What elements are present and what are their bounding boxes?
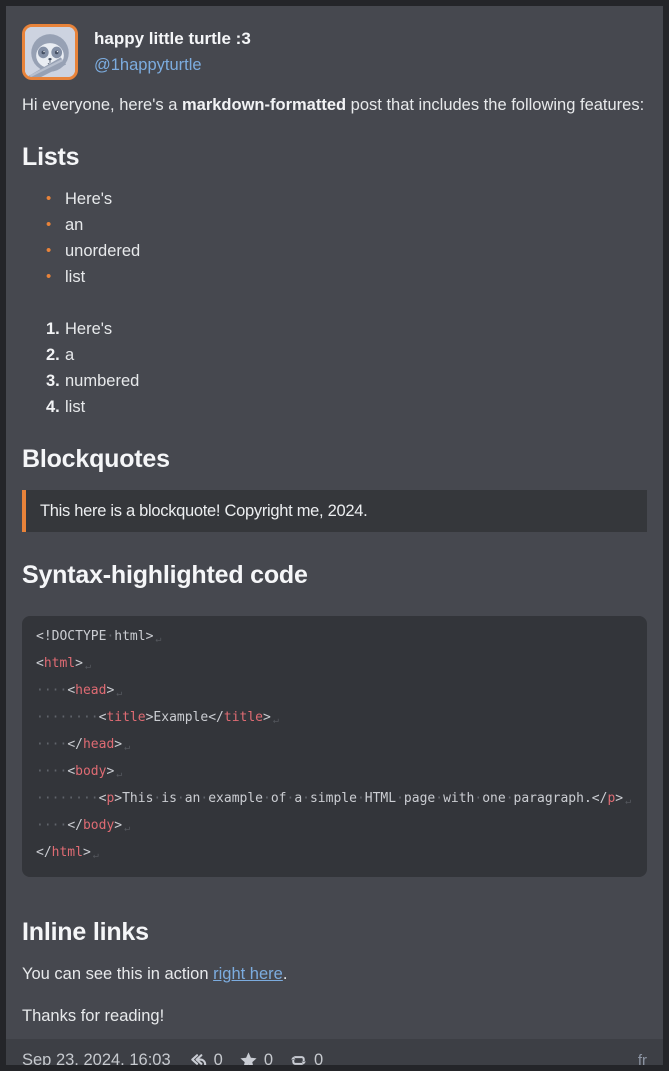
favourite-count: 0 bbox=[264, 1051, 273, 1070]
intro-text-pre: Hi everyone, here's a bbox=[22, 96, 182, 114]
bullet-icon: • bbox=[46, 212, 65, 238]
post-content: happy little turtle :3 @1happyturtle Hi … bbox=[6, 6, 663, 1039]
eol-mark-icon: ↵ bbox=[122, 823, 130, 834]
eol-mark-icon: ↵ bbox=[91, 850, 99, 861]
heading-code: Syntax-highlighted code bbox=[22, 560, 647, 590]
list-item: •an bbox=[46, 212, 647, 238]
reply-count: 0 bbox=[214, 1051, 223, 1070]
list-number: 1. bbox=[46, 316, 65, 342]
author-info: happy little turtle :3 @1happyturtle bbox=[94, 24, 251, 79]
link-sentence-post: . bbox=[283, 965, 288, 983]
language-tag: fr bbox=[638, 1052, 647, 1069]
eol-mark-icon: ↵ bbox=[122, 742, 130, 753]
link-sentence-pre: You can see this in action bbox=[22, 965, 213, 983]
heading-lists: Lists bbox=[22, 142, 647, 172]
list-item-text: list bbox=[65, 264, 85, 290]
heading-blockquotes: Blockquotes bbox=[22, 444, 647, 474]
post-header: happy little turtle :3 @1happyturtle bbox=[22, 24, 647, 80]
list-item-text: a bbox=[65, 342, 74, 368]
list-item-text: Here's bbox=[65, 186, 112, 212]
list-number: 2. bbox=[46, 342, 65, 368]
bullet-icon: • bbox=[46, 238, 65, 264]
heading-inline-links: Inline links bbox=[22, 917, 647, 947]
list-item-text: Here's bbox=[65, 316, 112, 342]
ordered-list: 1.Here's2.a3.numbered4.list bbox=[22, 316, 647, 420]
list-item: 3.numbered bbox=[46, 368, 647, 394]
eol-mark-icon: ↵ bbox=[114, 688, 122, 699]
list-number: 3. bbox=[46, 368, 65, 394]
link-paragraph: You can see this in action right here. bbox=[22, 961, 647, 987]
list-item: •Here's bbox=[46, 186, 647, 212]
code-line: <!DOCTYPE·html>↵ bbox=[36, 625, 633, 652]
boost-count: 0 bbox=[314, 1051, 323, 1070]
eol-mark-icon: ↵ bbox=[623, 796, 631, 807]
boost-stat[interactable]: 0 bbox=[289, 1051, 323, 1070]
intro-text-bold: markdown-formatted bbox=[182, 96, 346, 114]
timestamp: Sep 23, 2024, 16:03 bbox=[22, 1051, 171, 1070]
eol-mark-icon: ↵ bbox=[114, 769, 122, 780]
list-item-text: numbered bbox=[65, 368, 139, 394]
display-name: happy little turtle :3 bbox=[94, 26, 251, 52]
intro-text-post: post that includes the following feature… bbox=[346, 96, 644, 114]
right-here-link[interactable]: right here bbox=[213, 965, 283, 983]
star-icon bbox=[239, 1051, 258, 1070]
eol-mark-icon: ↵ bbox=[153, 634, 161, 645]
intro-paragraph: Hi everyone, here's a markdown-formatted… bbox=[22, 92, 647, 118]
author-handle-link[interactable]: @1happyturtle bbox=[94, 56, 202, 74]
list-number: 4. bbox=[46, 394, 65, 420]
code-line: ····<head>↵ bbox=[36, 679, 633, 706]
eol-mark-icon: ↵ bbox=[271, 715, 279, 726]
blockquote: This here is a blockquote! Copyright me,… bbox=[22, 490, 647, 532]
boost-icon bbox=[289, 1051, 308, 1070]
bullet-icon: • bbox=[46, 264, 65, 290]
code-line: ········<p>This·is·an·example·of·a·simpl… bbox=[36, 787, 633, 814]
sloth-avatar-icon bbox=[25, 27, 75, 77]
code-line: ····</head>↵ bbox=[36, 733, 633, 760]
code-line: ····</body>↵ bbox=[36, 814, 633, 841]
list-item: 2.a bbox=[46, 342, 647, 368]
list-item: 4.list bbox=[46, 394, 647, 420]
reply-icon bbox=[189, 1051, 208, 1070]
avatar[interactable] bbox=[22, 24, 78, 80]
list-item: •list bbox=[46, 264, 647, 290]
outro-paragraph: Thanks for reading! bbox=[22, 1003, 647, 1029]
list-item-text: an bbox=[65, 212, 83, 238]
code-line: ····<body>↵ bbox=[36, 760, 633, 787]
favourite-stat[interactable]: 0 bbox=[239, 1051, 273, 1070]
reply-stat[interactable]: 0 bbox=[189, 1051, 223, 1070]
list-item: 1.Here's bbox=[46, 316, 647, 342]
list-item-text: unordered bbox=[65, 238, 140, 264]
post-card: happy little turtle :3 @1happyturtle Hi … bbox=[0, 0, 669, 1071]
code-block: <!DOCTYPE·html>↵<html>↵····<head>↵······… bbox=[22, 616, 647, 877]
list-item: •unordered bbox=[46, 238, 647, 264]
unordered-list: •Here's•an•unordered•list bbox=[22, 186, 647, 290]
post-footer: Sep 23, 2024, 16:03 0 0 bbox=[6, 1039, 663, 1071]
code-line: </html>↵ bbox=[36, 841, 633, 868]
code-line: <html>↵ bbox=[36, 652, 633, 679]
code-line: ········<title>Example</title>↵ bbox=[36, 706, 633, 733]
bullet-icon: • bbox=[46, 186, 65, 212]
list-item-text: list bbox=[65, 394, 85, 420]
eol-mark-icon: ↵ bbox=[83, 661, 91, 672]
